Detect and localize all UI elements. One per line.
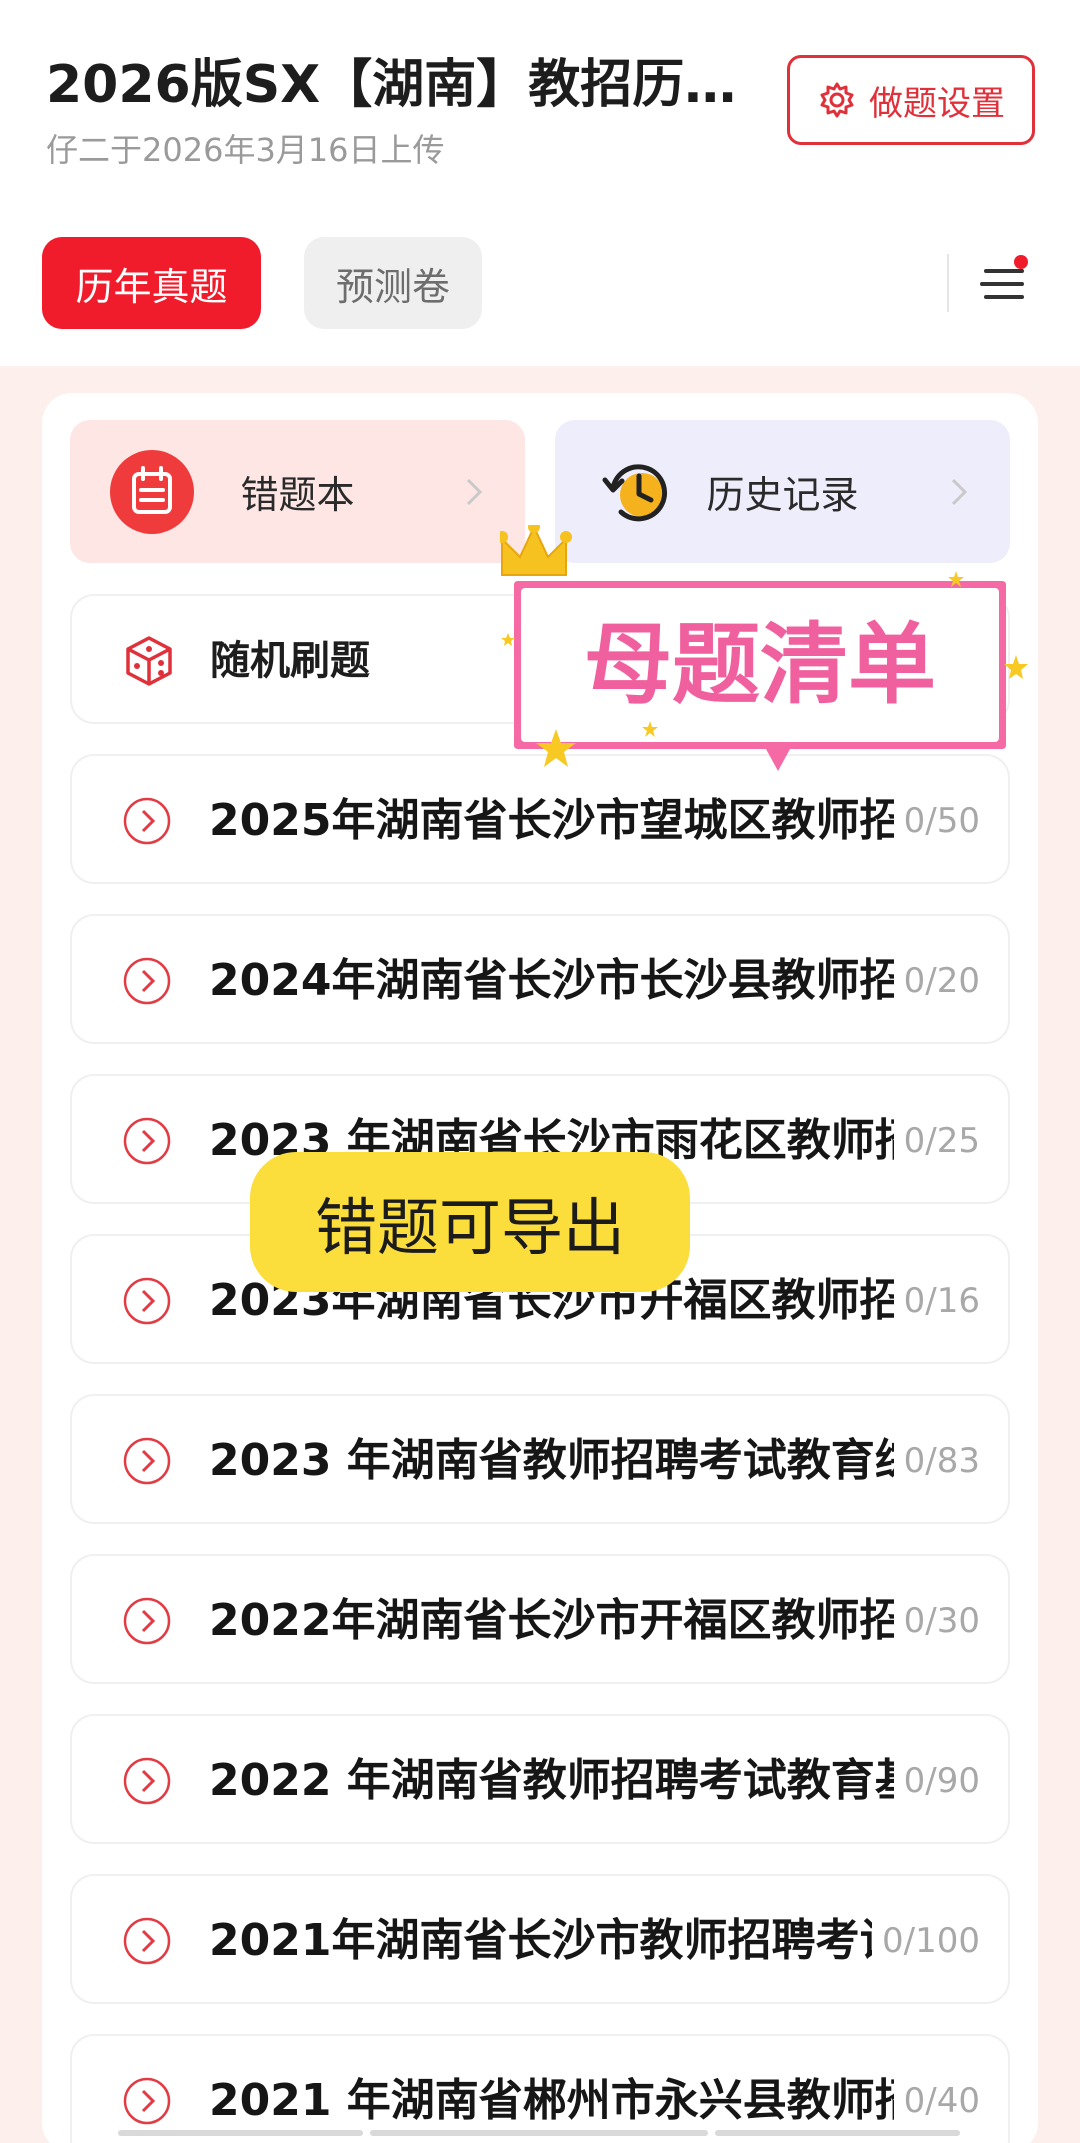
chevron-circle-icon (123, 1437, 171, 1485)
crown-icon (500, 525, 572, 576)
paper-progress: 0/25 (893, 1116, 980, 1166)
export-note-badge: 错题可导出 (250, 1152, 690, 1292)
paper-progress: 0/90 (893, 1756, 980, 1806)
chevron-circle-icon (123, 2077, 171, 2125)
paper-progress: 0/30 (893, 1596, 980, 1646)
wrong-book-label: 错题本 (240, 473, 355, 517)
page-title: 2026版SX【湖南】教招历年… (46, 55, 766, 115)
paper-progress: 0/20 (893, 956, 980, 1006)
paper-progress: 0/83 (893, 1436, 980, 1486)
dice-icon (126, 636, 172, 686)
header: 2026版SX【湖南】教招历年… 仔二于2026年3月16日上传 做题设置 历年… (0, 0, 1080, 366)
quiz-settings-button[interactable]: 做题设置 (787, 55, 1035, 145)
gear-icon (820, 82, 854, 118)
tab-mock-papers[interactable]: 预测卷 (304, 237, 482, 329)
history-label: 历史记录 (706, 473, 859, 517)
wrong-book-button[interactable]: 错题本 (70, 420, 525, 563)
paper-title: 2021年湖南省长沙市教师招聘考试真 (209, 1915, 948, 1966)
chevron-right-icon (466, 478, 483, 506)
divider (947, 254, 949, 312)
chevron-circle-icon (123, 957, 171, 1005)
paper-progress: 0/16 (893, 1276, 980, 1326)
paper-progress: 0/50 (893, 796, 980, 846)
chevron-circle-icon (123, 1597, 171, 1645)
paper-row[interactable]: 2022年湖南省长沙市开福区教师招聘 0/30 (70, 1554, 1010, 1684)
paper-title: 2023 年湖南省教师招聘考试教育综合 (209, 1435, 959, 1486)
chevron-circle-icon (123, 797, 171, 845)
upload-info: 仔二于2026年3月16日上传 (46, 131, 445, 169)
paper-row[interactable]: 2024年湖南省长沙市长沙县教师招聘 0/20 (70, 914, 1010, 1044)
paper-row[interactable]: 2022 年湖南省教师招聘考试教育基础 0/90 (70, 1714, 1010, 1844)
random-practice-label: 随机刷题 (210, 638, 370, 684)
notification-dot (1014, 255, 1028, 269)
paper-progress: 0/100 (872, 1916, 980, 1966)
scrollbar (715, 2130, 960, 2136)
paper-title: 2024年湖南省长沙市长沙县教师招聘 (209, 955, 948, 1006)
paper-title: 2021 年湖南省郴州市永兴县教师招聘 (209, 2075, 959, 2126)
paper-title: 2025年湖南省长沙市望城区教师招聘 (209, 795, 948, 846)
tab-past-papers[interactable]: 历年真题 (42, 237, 261, 329)
paper-row[interactable]: 2021年湖南省长沙市教师招聘考试真 0/100 (70, 1874, 1010, 2004)
paper-row[interactable]: 2021 年湖南省郴州市永兴县教师招聘 0/40 (70, 2034, 1010, 2143)
paper-progress: 0/40 (893, 2076, 980, 2126)
paper-title: 2022 年湖南省教师招聘考试教育基础 (209, 1755, 959, 1806)
chevron-right-icon (951, 478, 968, 506)
mother-list-sticker: 母题清单 (500, 525, 1028, 771)
chevron-circle-icon (123, 1917, 171, 1965)
chevron-circle-icon (123, 1277, 171, 1325)
paper-title: 2022年湖南省长沙市开福区教师招聘 (209, 1595, 948, 1646)
mother-list-text: 母题清单 (584, 613, 936, 716)
scrollbar (118, 2130, 363, 2136)
scrollbar (370, 2130, 708, 2136)
paper-row[interactable]: 2023 年湖南省教师招聘考试教育综合 0/83 (70, 1394, 1010, 1524)
chevron-circle-icon (123, 1117, 171, 1165)
menu-icon[interactable] (972, 255, 1028, 311)
chevron-circle-icon (123, 1757, 171, 1805)
settings-label: 做题设置 (869, 83, 1005, 124)
